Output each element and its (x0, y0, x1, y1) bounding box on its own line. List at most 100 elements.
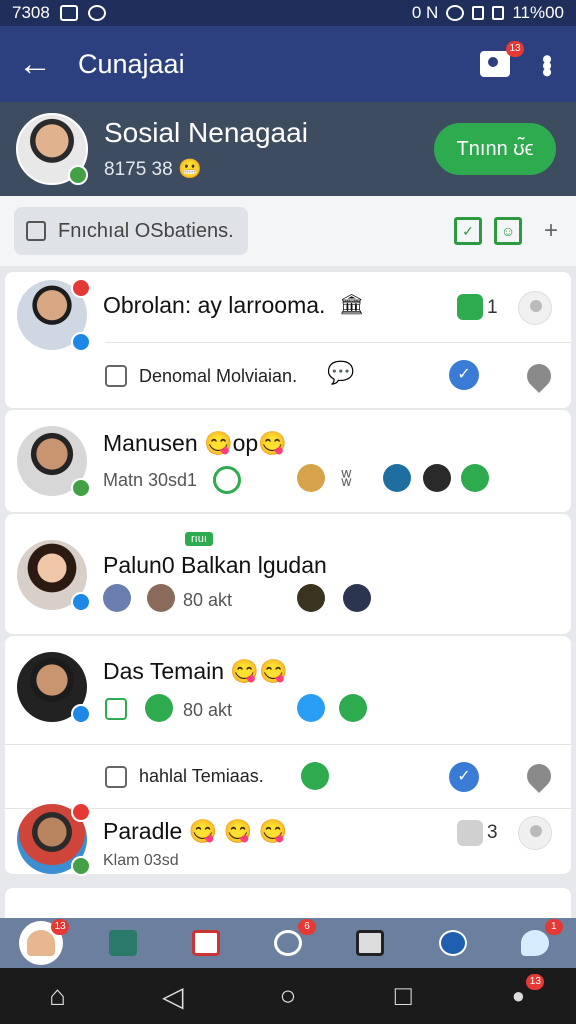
smile-icon (213, 466, 241, 494)
item-sub: Matn 30sd1 (103, 470, 198, 490)
group-avatar[interactable] (297, 464, 325, 492)
profile-subtitle-text: 8175 38 (104, 159, 173, 180)
list-item[interactable]: Manusen 😋op😋 Matn 30sd1 ʬ (5, 410, 571, 512)
online-badge-icon (68, 165, 88, 185)
group-avatar[interactable] (103, 584, 131, 612)
item-sub: Klam 03sd (103, 852, 179, 869)
nav-compose[interactable] (348, 921, 392, 965)
home-icon[interactable]: ⌂ (36, 974, 80, 1018)
accounts-icon[interactable]: ● 13 (496, 974, 545, 1018)
mail-icon (109, 930, 138, 956)
system-nav-bar: ⌂ ◁ ○ □ ● 13 (0, 968, 576, 1024)
nav-mail[interactable] (101, 921, 145, 965)
item-count: 3 (487, 822, 498, 843)
system-badge: 13 (526, 974, 545, 990)
message-icon[interactable] (457, 820, 483, 846)
conversation-list: Obrolan: ay larrooma. 🏛 1 Denomal Molvia… (5, 272, 571, 918)
chat-icon (520, 930, 549, 956)
list-item[interactable]: Obrolan: ay larrooma. 🏛 1 Denomal Molvia… (5, 272, 571, 408)
item-name: Paradle 😋 😋 😋 (103, 818, 288, 844)
verified-icon[interactable] (297, 694, 325, 722)
filter-row: Fnıchıal OSbatiens. ✓ ☺ + (0, 196, 576, 266)
divider (105, 342, 571, 343)
bank-icon: 🏛 (339, 294, 365, 316)
nav-inbox[interactable] (184, 921, 228, 965)
app-title: Cunajaai (78, 48, 185, 79)
pin-icon[interactable] (522, 759, 556, 793)
square-icon (105, 766, 127, 788)
contact-card-icon[interactable]: ☺ (493, 217, 522, 245)
nav-chat[interactable]: 1 (513, 919, 563, 965)
home-circle-icon[interactable]: ○ (266, 974, 310, 1018)
pin-icon[interactable] (522, 359, 556, 393)
signal-icon (472, 6, 485, 20)
nav-refresh[interactable]: 6 (266, 919, 316, 965)
profile-header: Sosial Nenagaai 8175 38 😬 Tnınn ʊ̃ϵ (0, 102, 576, 196)
edit-icon[interactable]: ✓ (453, 217, 482, 245)
profile-avatar[interactable] (16, 113, 88, 185)
item-name: Obrolan: ay larrooma. (103, 292, 326, 318)
group-avatar[interactable] (423, 464, 451, 492)
filter-chip[interactable]: Fnıchıal OSbatiens. (14, 207, 248, 255)
calendar-icon (26, 221, 46, 241)
check-icon[interactable]: ✓ (449, 762, 479, 792)
camera-badge: 13 (506, 41, 524, 57)
status-badge-icon (71, 704, 91, 724)
camera-icon[interactable]: 13 (480, 41, 524, 77)
message-icon[interactable] (457, 294, 483, 320)
avatar (17, 426, 91, 498)
list-item[interactable]: Paradle 😋 😋 😋 Klam 03sd 3 (5, 802, 571, 878)
alert-badge-icon (71, 802, 91, 822)
list-icon[interactable] (105, 698, 127, 720)
battery-icon (492, 6, 505, 20)
wifi-icon (446, 5, 465, 21)
group-avatar[interactable] (145, 694, 173, 722)
list-item[interactable]: rıuı Palun0 Balkan lgudan 80 akt (5, 514, 571, 634)
avatar (17, 278, 91, 352)
reaction-icon: ʬ (341, 466, 352, 491)
alert-badge-icon (71, 278, 91, 298)
nav-explore[interactable] (431, 921, 475, 965)
group-avatar[interactable] (343, 584, 371, 612)
person-icon[interactable] (518, 816, 552, 850)
phone-icon[interactable] (383, 464, 411, 492)
add-icon[interactable]: + (544, 217, 558, 245)
item-name: Palun0 Balkan lgudan (103, 552, 327, 578)
profile-name: Sosial Nenagaai (104, 117, 308, 148)
status-badge-icon (71, 332, 91, 352)
check-icon[interactable]: ✓ (449, 360, 479, 390)
item-name: Manusen 😋op😋 (103, 430, 287, 456)
nav-badge: 1 (544, 919, 563, 935)
group-avatar[interactable] (297, 584, 325, 612)
avatar (17, 652, 91, 724)
profile-subtitle: 8175 38 😬 (104, 157, 308, 181)
compose-icon (356, 930, 385, 956)
filter-chip-label: Fnıchıal OSbatiens. (58, 219, 234, 242)
status-badge-icon (71, 478, 91, 498)
item-sub: 80 akt (183, 700, 233, 720)
group-avatar[interactable] (147, 584, 175, 612)
back-arrow-icon[interactable]: ← (0, 26, 70, 102)
follow-button[interactable]: Tnınn ʊ̃ϵ (434, 123, 556, 175)
app-bar: ← Cunajaai 13 ••• (0, 26, 576, 102)
check-icon[interactable] (339, 694, 367, 722)
avatar (17, 540, 91, 612)
avatar (17, 802, 91, 876)
more-options-icon[interactable]: ••• (530, 54, 563, 74)
status-badge-icon (71, 592, 91, 612)
item-name: Das Temain 😋😋 (103, 658, 288, 684)
list-item-partial[interactable] (5, 888, 571, 918)
check-icon[interactable] (461, 464, 489, 492)
back-triangle-icon[interactable]: ◁ (151, 974, 195, 1018)
sticker-icon[interactable] (301, 762, 329, 790)
profile-emoji: 😬 (177, 159, 202, 180)
nav-profile[interactable]: 13 (19, 919, 70, 965)
status-bar: 7308 0 N 11%00 (0, 0, 576, 26)
inbox-icon (191, 930, 220, 956)
nav-badge: 13 (51, 919, 70, 935)
profile-icon (27, 930, 56, 956)
person-icon[interactable] (518, 291, 552, 325)
tag-badge: rıuı (185, 532, 213, 546)
recents-icon[interactable]: □ (381, 974, 425, 1018)
compass-icon (438, 930, 467, 956)
